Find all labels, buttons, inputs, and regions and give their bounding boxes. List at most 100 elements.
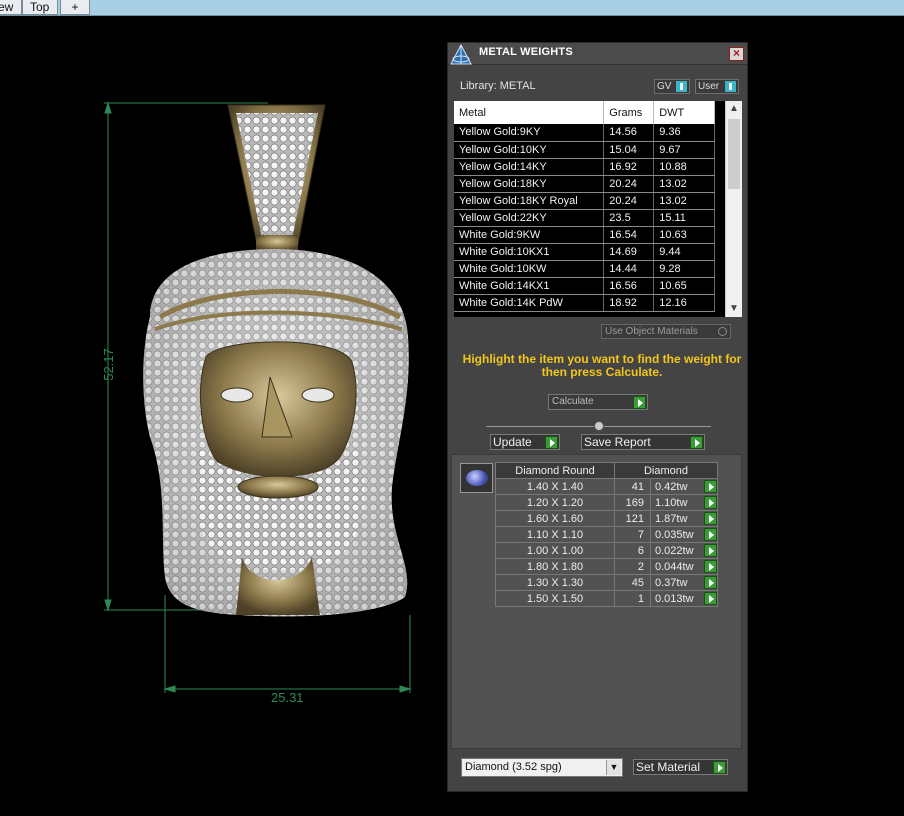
diamond-weight: 0.044tw — [655, 560, 694, 573]
gv-toggle[interactable]: GV — [654, 79, 690, 94]
metal-row[interactable]: Yellow Gold:14KY 16.92 10.88 — [454, 158, 715, 176]
diamond-weight: 1.87tw — [655, 512, 688, 525]
diamond-count: 6 — [614, 542, 651, 559]
toggle-indicator-icon — [725, 81, 736, 92]
diamond-size: 1.60 X 1.60 — [495, 510, 615, 527]
diamond-size: 1.50 X 1.50 — [495, 590, 615, 607]
diamond-size: 1.10 X 1.10 — [495, 526, 615, 543]
diamond-weight-cell: 1.87tw — [650, 510, 718, 527]
diamond-row[interactable]: 1.80 X 1.80 2 0.044tw — [495, 558, 718, 575]
diamond-weight: 0.37tw — [655, 576, 688, 589]
play-arrow-icon — [545, 436, 558, 449]
diamond-row[interactable]: 1.20 X 1.20 169 1.10tw — [495, 494, 718, 511]
metal-list: Metal Grams DWT Yellow Gold:9KY 14.56 9.36… — [454, 101, 742, 317]
metal-name: White Gold:10KX1 — [454, 243, 605, 261]
user-toggle-label: User — [698, 81, 720, 92]
metal-row[interactable]: White Gold:10KW 14.44 9.28 — [454, 260, 715, 278]
metal-dwt: 9.28 — [653, 260, 715, 278]
save-report-button[interactable]: Save Report — [581, 434, 705, 450]
diamond-size: 1.80 X 1.80 — [495, 558, 615, 575]
diamond-weight-cell: 0.37tw — [650, 574, 718, 591]
play-arrow-icon[interactable] — [704, 480, 717, 493]
column-header-dwt[interactable]: DWT — [653, 101, 715, 124]
diamond-count: 169 — [614, 494, 651, 511]
scroll-down-icon[interactable]: ▼ — [726, 301, 742, 317]
diamond-weight: 0.022tw — [655, 544, 694, 557]
play-arrow-icon[interactable] — [704, 560, 717, 573]
diamond-gem-icon[interactable] — [460, 463, 493, 493]
tab-view[interactable]: ew — [0, 0, 22, 15]
diamond-row[interactable]: 1.00 X 1.00 6 0.022tw — [495, 542, 718, 559]
diamond-weight-cell: 0.022tw — [650, 542, 718, 559]
metal-dwt: 10.65 — [653, 277, 715, 295]
play-arrow-icon[interactable] — [704, 496, 717, 509]
metal-row[interactable]: White Gold:14K PdW 18.92 12.16 — [454, 294, 715, 312]
column-header-grams[interactable]: Grams — [603, 101, 655, 124]
metal-grams: 16.54 — [603, 226, 655, 244]
set-material-button[interactable]: Set Material — [633, 759, 728, 775]
divider-handle[interactable] — [594, 421, 604, 431]
view-tab-strip: ew Top + — [0, 0, 904, 16]
metal-row[interactable]: White Gold:10KX1 14.69 9.44 — [454, 243, 715, 261]
tab-top[interactable]: Top — [22, 0, 58, 15]
metal-name: White Gold:9KW — [454, 226, 605, 244]
metal-dwt: 9.36 — [653, 124, 715, 142]
metal-list-scrollbar[interactable]: ▲ ▼ — [725, 101, 742, 317]
play-arrow-icon[interactable] — [704, 592, 717, 605]
diamond-row[interactable]: 1.50 X 1.50 1 0.013tw — [495, 590, 718, 607]
height-dimension-label: 52.17 — [100, 348, 116, 381]
diamond-count: 121 — [614, 510, 651, 527]
metal-grams: 18.92 — [603, 294, 655, 312]
metal-row[interactable]: White Gold:9KW 16.54 10.63 — [454, 226, 715, 244]
calculate-dropdown[interactable]: Calculate — [548, 394, 648, 410]
play-arrow-icon[interactable] — [633, 396, 646, 409]
panel-titlebar[interactable]: METAL WEIGHTS × — [448, 43, 747, 65]
user-toggle[interactable]: User — [695, 79, 739, 94]
width-dimension-label: 25.31 — [271, 690, 304, 705]
diamond-row[interactable]: 1.60 X 1.60 121 1.87tw — [495, 510, 718, 527]
scroll-up-icon[interactable]: ▲ — [726, 101, 742, 117]
metal-weights-panel: METAL WEIGHTS × Library: METAL GV User M… — [447, 42, 748, 792]
metal-grams: 20.24 — [603, 192, 655, 210]
update-button[interactable]: Update — [490, 434, 560, 450]
chevron-down-icon[interactable]: ▼ — [606, 760, 621, 775]
play-arrow-icon — [690, 436, 703, 449]
metal-row[interactable]: Yellow Gold:18KY Royal 20.24 13.02 — [454, 192, 715, 210]
column-header-diamond: Diamond — [614, 462, 718, 479]
calculate-label: Calculate — [552, 396, 594, 407]
metal-name: Yellow Gold:14KY — [454, 158, 605, 176]
metal-row[interactable]: White Gold:14KX1 16.56 10.65 — [454, 277, 715, 295]
metal-grams: 16.92 — [603, 158, 655, 176]
diamond-weight-cell: 1.10tw — [650, 494, 718, 511]
diamond-row[interactable]: 1.30 X 1.30 45 0.37tw — [495, 574, 718, 591]
play-arrow-icon[interactable] — [704, 576, 717, 589]
column-header-metal[interactable]: Metal — [454, 101, 605, 124]
diamond-weight-cell: 0.42tw — [650, 478, 718, 495]
diamond-weight: 0.013tw — [655, 592, 694, 605]
use-object-materials-toggle[interactable]: Use Object Materials — [601, 324, 731, 339]
diamond-count: 1 — [614, 590, 651, 607]
save-report-label: Save Report — [584, 435, 651, 449]
close-button[interactable]: × — [729, 47, 744, 61]
metal-grams: 14.69 — [603, 243, 655, 261]
play-arrow-icon[interactable] — [704, 544, 717, 557]
panel-title: METAL WEIGHTS — [479, 46, 573, 58]
add-tab-button[interactable]: + — [60, 0, 90, 15]
metal-row[interactable]: Yellow Gold:9KY 14.56 9.36 — [454, 124, 715, 142]
diamond-table: Diamond Round Diamond 1.40 X 1.40 41 0.42t… — [495, 462, 718, 607]
metal-row[interactable]: Yellow Gold:10KY 15.04 9.67 — [454, 141, 715, 159]
play-arrow-icon[interactable] — [704, 528, 717, 541]
diamond-row[interactable]: 1.40 X 1.40 41 0.42tw — [495, 478, 718, 495]
metal-dwt: 9.44 — [653, 243, 715, 261]
metal-name: White Gold:10KW — [454, 260, 605, 278]
diamond-count: 41 — [614, 478, 651, 495]
diamond-row[interactable]: 1.10 X 1.10 7 0.035tw — [495, 526, 718, 543]
metal-name: Yellow Gold:18KY Royal — [454, 192, 605, 210]
metal-grams: 14.44 — [603, 260, 655, 278]
material-select[interactable]: Diamond (3.52 spg) ▼ — [461, 758, 623, 777]
scroll-thumb[interactable] — [728, 119, 740, 189]
metal-row[interactable]: Yellow Gold:22KY 23.5 15.11 — [454, 209, 715, 227]
update-label: Update — [493, 435, 532, 449]
play-arrow-icon[interactable] — [704, 512, 717, 525]
metal-row[interactable]: Yellow Gold:18KY 20.24 13.02 — [454, 175, 715, 193]
